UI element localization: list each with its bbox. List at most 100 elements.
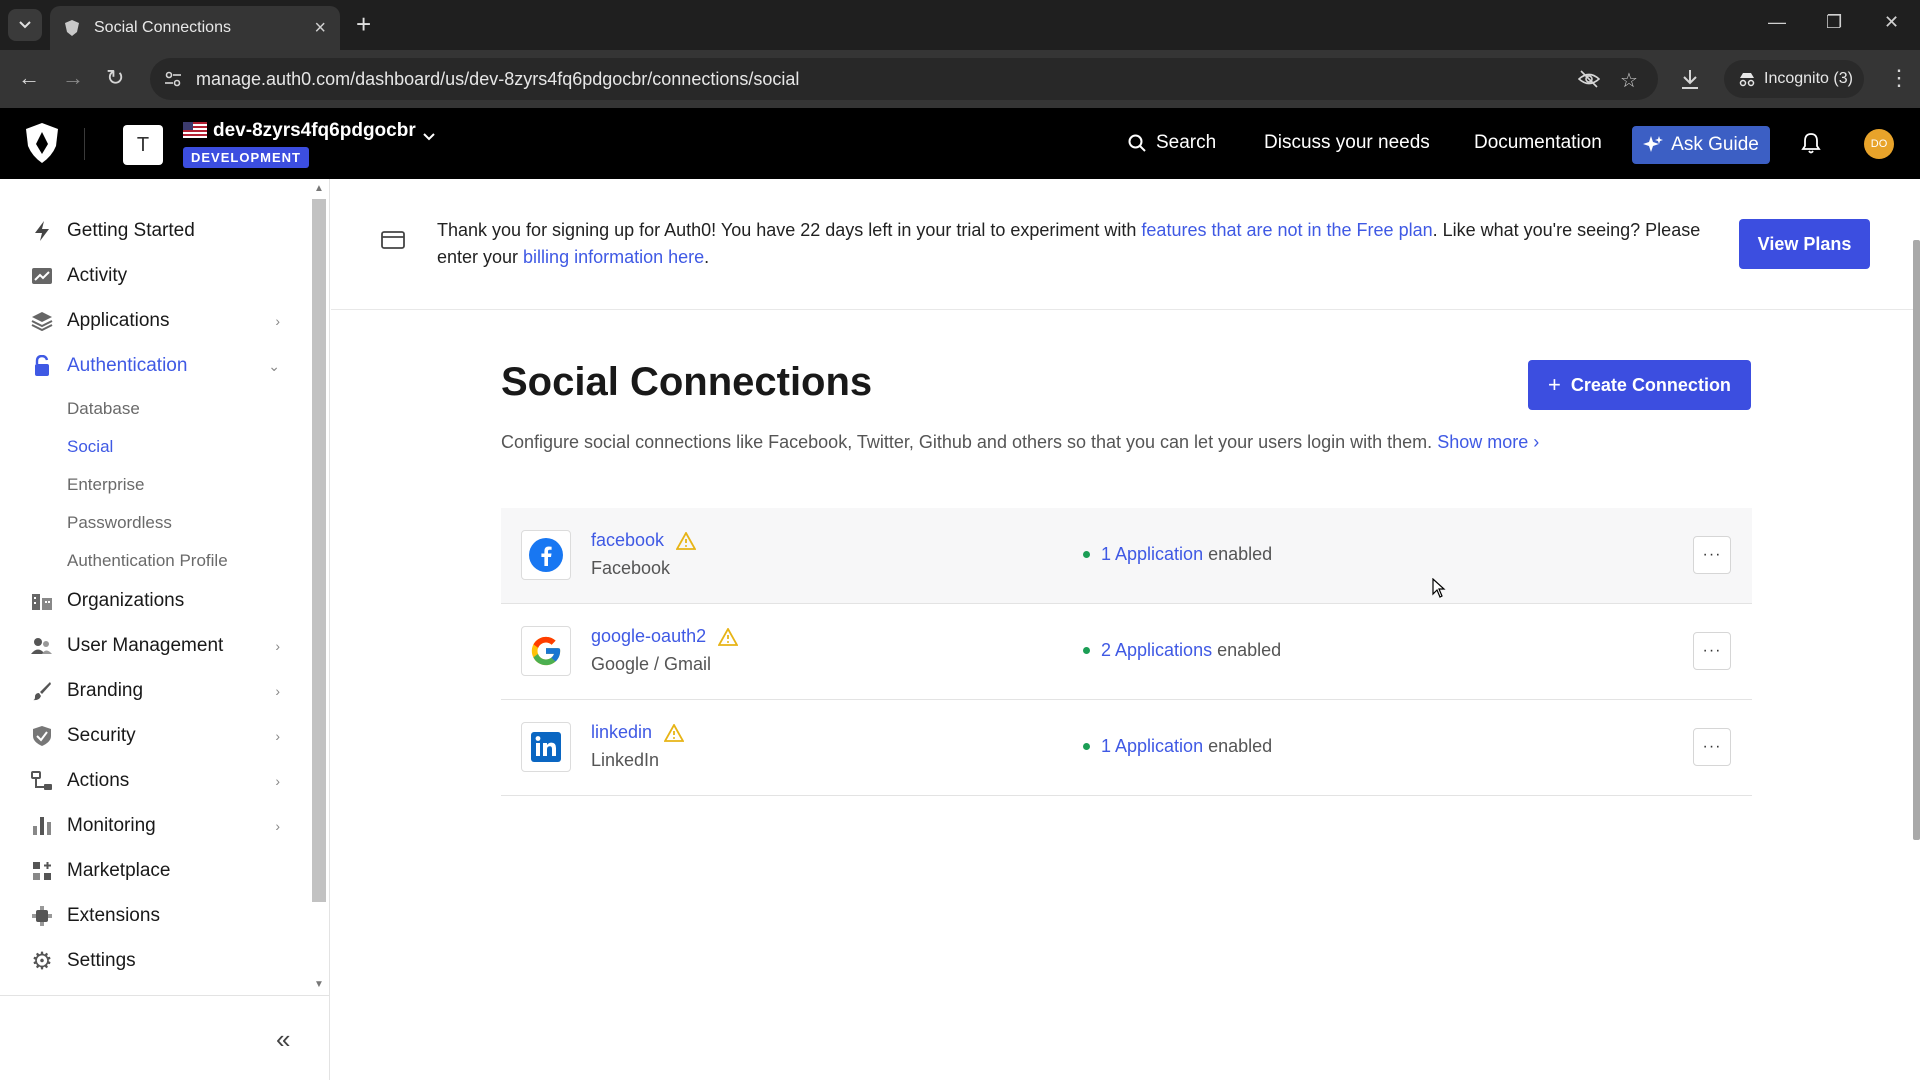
sidebar-scrollbar-thumb[interactable] bbox=[312, 199, 326, 902]
tab-search-button[interactable] bbox=[8, 9, 42, 41]
tenant-name[interactable]: dev-8zyrs4fq6pdgocbr bbox=[213, 120, 416, 142]
warning-icon[interactable] bbox=[664, 723, 685, 742]
bell-icon[interactable] bbox=[1801, 132, 1821, 154]
search-button[interactable]: Search bbox=[1128, 132, 1216, 154]
incognito-icon bbox=[1739, 73, 1755, 87]
eye-slash-icon[interactable] bbox=[1578, 70, 1600, 88]
warning-icon[interactable] bbox=[718, 627, 739, 646]
sidebar-item-monitoring[interactable]: Monitoring › bbox=[30, 811, 280, 841]
more-options-button[interactable]: ··· bbox=[1693, 536, 1731, 574]
sidebar-item-extensions[interactable]: Extensions bbox=[30, 901, 280, 931]
collapse-sidebar-icon[interactable]: « bbox=[276, 1024, 290, 1055]
site-info-icon[interactable] bbox=[164, 70, 182, 88]
trial-text-part: . bbox=[704, 247, 710, 267]
sidebar-item-label: Security bbox=[67, 725, 136, 746]
tenant-chevron-down-icon[interactable] bbox=[422, 132, 436, 142]
connection-name[interactable]: facebook bbox=[591, 530, 697, 551]
restore-window-icon[interactable]: ❐ bbox=[1826, 12, 1842, 33]
sidebar-item-security[interactable]: Security › bbox=[30, 721, 280, 751]
layers-icon bbox=[30, 309, 54, 333]
more-options-button[interactable]: ··· bbox=[1693, 728, 1731, 766]
scroll-up-arrow-icon[interactable]: ▲ bbox=[314, 183, 324, 194]
sidebar-subitem-enterprise[interactable]: Enterprise bbox=[67, 475, 144, 495]
us-flag-icon bbox=[183, 122, 207, 138]
connection-provider: Facebook bbox=[591, 558, 671, 578]
url-text: manage.auth0.com/dashboard/us/dev-8zyrs4… bbox=[196, 69, 800, 89]
bookmark-star-icon[interactable]: ☆ bbox=[1620, 68, 1638, 93]
enabled-suffix: enabled bbox=[1208, 736, 1273, 756]
sidebar-item-label: Authentication bbox=[67, 355, 188, 376]
auth0-logo-icon[interactable] bbox=[24, 122, 60, 164]
chevron-right-icon: › bbox=[275, 683, 280, 699]
sidebar-item-organizations[interactable]: Organizations bbox=[30, 586, 280, 616]
sidebar-footer: « bbox=[0, 995, 329, 1080]
connection-status: 1 Application enabled bbox=[1083, 544, 1272, 565]
main-scrollbar-thumb[interactable] bbox=[1913, 240, 1920, 840]
sidebar-item-label: Branding bbox=[67, 680, 144, 701]
sidebar-subitem-database[interactable]: Database bbox=[67, 399, 140, 419]
sidebar-item-applications[interactable]: Applications › bbox=[30, 306, 280, 336]
enabled-apps-link[interactable]: 1 Application bbox=[1101, 736, 1203, 757]
incognito-indicator[interactable]: Incognito (3) bbox=[1724, 60, 1864, 98]
connection-name-text: linkedin bbox=[591, 722, 653, 742]
sidebar-item-activity[interactable]: Activity bbox=[30, 261, 280, 291]
environment-badge: DEVELOPMENT bbox=[183, 147, 309, 168]
download-icon[interactable] bbox=[1680, 68, 1700, 90]
billing-info-link[interactable]: billing information here bbox=[523, 247, 704, 267]
sidebar-subitem-passwordless[interactable]: Passwordless bbox=[67, 513, 172, 533]
trial-message: Thank you for signing up for Auth0! You … bbox=[437, 217, 1707, 271]
more-options-button[interactable]: ··· bbox=[1693, 632, 1731, 670]
header-divider bbox=[84, 128, 85, 160]
sidebar-item-user-management[interactable]: User Management › bbox=[30, 631, 280, 661]
close-window-icon[interactable]: ✕ bbox=[1884, 12, 1899, 33]
sidebar-item-getting-started[interactable]: Getting Started bbox=[30, 216, 280, 246]
browser-tab[interactable]: Social Connections × bbox=[50, 6, 340, 50]
sidebar-subitem-authentication-profile[interactable]: Authentication Profile bbox=[67, 551, 228, 571]
show-more-link[interactable]: Show more › bbox=[1437, 432, 1539, 452]
chevron-right-icon: › bbox=[275, 638, 280, 654]
sidebar-item-authentication[interactable]: Authentication ⌄ bbox=[30, 351, 280, 381]
building-icon bbox=[30, 589, 54, 613]
trial-banner: Thank you for signing up for Auth0! You … bbox=[331, 179, 1920, 310]
free-plan-features-link[interactable]: features that are not in the Free plan bbox=[1141, 220, 1432, 240]
sidebar-item-settings[interactable]: ⚙ Settings bbox=[30, 946, 280, 976]
sidebar-item-label: Monitoring bbox=[67, 815, 156, 836]
connection-row-linkedin[interactable]: linkedin LinkedIn 1 Application enabled … bbox=[501, 700, 1752, 796]
sidebar-item-actions[interactable]: Actions › bbox=[30, 766, 280, 796]
facebook-logo-icon bbox=[521, 530, 571, 580]
discuss-needs-link[interactable]: Discuss your needs bbox=[1264, 132, 1430, 154]
sidebar-subitem-social[interactable]: Social bbox=[67, 437, 113, 457]
back-arrow-icon[interactable]: ← bbox=[18, 66, 40, 90]
enabled-apps-link[interactable]: 2 Applications bbox=[1101, 640, 1212, 661]
user-avatar[interactable]: DO bbox=[1864, 129, 1894, 159]
create-connection-button[interactable]: + Create Connection bbox=[1528, 360, 1751, 410]
forward-arrow-icon[interactable]: → bbox=[62, 66, 84, 90]
minimize-window-icon[interactable]: — bbox=[1768, 12, 1786, 33]
browser-tab-bar: Social Connections × + — ❐ ✕ bbox=[0, 0, 1920, 50]
sidebar-item-marketplace[interactable]: Marketplace bbox=[30, 856, 280, 886]
new-tab-plus-icon[interactable]: + bbox=[356, 11, 371, 37]
scroll-down-arrow-icon[interactable]: ▼ bbox=[314, 979, 324, 990]
bar-chart-icon bbox=[30, 814, 54, 838]
connection-row-google-oauth2[interactable]: google-oauth2 Google / Gmail 2 Applicati… bbox=[501, 604, 1752, 700]
enabled-apps-link[interactable]: 1 Application bbox=[1101, 544, 1203, 565]
browser-menu-icon[interactable]: ⋮ bbox=[1888, 66, 1910, 90]
view-plans-button[interactable]: View Plans bbox=[1739, 219, 1870, 269]
close-tab-icon[interactable]: × bbox=[314, 17, 326, 40]
bolt-icon bbox=[30, 219, 54, 243]
connection-row-facebook[interactable]: facebook Facebook 1 Application enabled … bbox=[501, 508, 1752, 604]
documentation-link[interactable]: Documentation bbox=[1474, 132, 1602, 154]
sidebar-item-branding[interactable]: Branding › bbox=[30, 676, 280, 706]
lock-icon bbox=[30, 354, 54, 378]
warning-icon[interactable] bbox=[676, 531, 697, 550]
connection-name[interactable]: linkedin bbox=[591, 722, 685, 743]
tenant-avatar[interactable]: T bbox=[123, 125, 163, 165]
status-dot bbox=[1083, 647, 1090, 654]
create-connection-label: Create Connection bbox=[1570, 374, 1731, 395]
connection-name[interactable]: google-oauth2 bbox=[591, 626, 739, 647]
brush-icon bbox=[30, 679, 54, 703]
address-bar[interactable]: manage.auth0.com/dashboard/us/dev-8zyrs4… bbox=[150, 58, 1658, 100]
reload-icon[interactable]: ↻ bbox=[106, 66, 124, 90]
ask-guide-button[interactable]: Ask Guide bbox=[1632, 126, 1770, 164]
grid-plus-icon bbox=[30, 859, 54, 883]
